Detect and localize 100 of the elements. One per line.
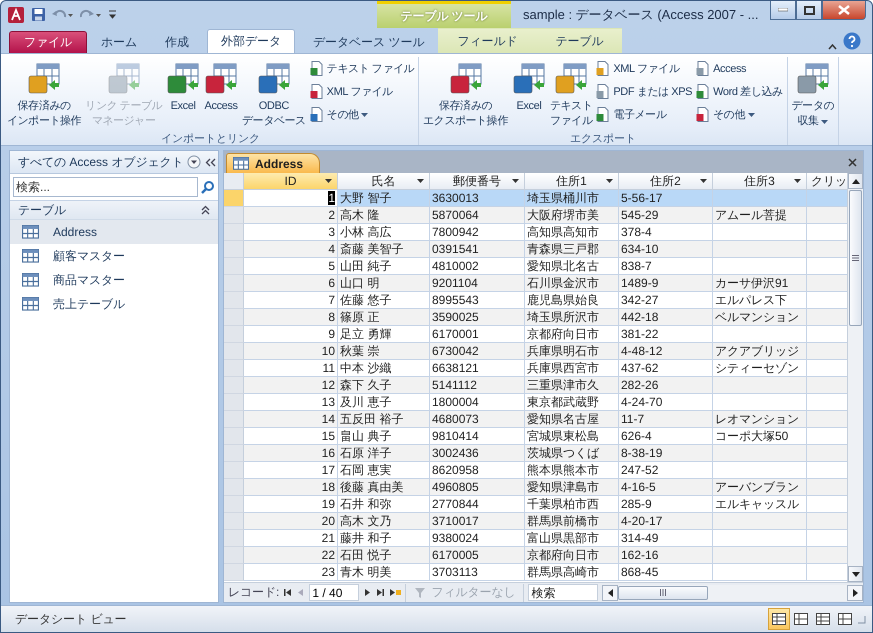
table-arrow-icon: [512, 63, 546, 95]
nav-item[interactable]: 顧客マスター: [10, 244, 218, 268]
new-record-icon[interactable]: [389, 588, 402, 597]
scroll-down-button[interactable]: [848, 566, 863, 582]
column-header[interactable]: 郵便番号: [430, 173, 525, 190]
table-cell: カーサ伊沢91: [713, 275, 807, 292]
nav-item[interactable]: Address: [10, 220, 218, 244]
nav-pane-title: すべての Access オブジェクト: [18, 154, 184, 170]
save-icon[interactable]: [31, 7, 46, 22]
table-cell: 愛知県津島市: [525, 479, 619, 496]
table-cell: 高木 文乃: [338, 513, 430, 530]
document-icon: [596, 84, 610, 99]
search-field[interactable]: 検索...: [13, 177, 198, 197]
nav-item[interactable]: 売上テーブル: [10, 292, 218, 316]
view-button[interactable]: [768, 608, 790, 630]
column-header[interactable]: 住所2: [619, 173, 713, 190]
table-cell: 838-7: [619, 258, 713, 275]
collapse-icon[interactable]: [201, 205, 210, 215]
column-header[interactable]: ID: [244, 173, 338, 190]
ribbon-button[interactable]: データの 収集: [790, 57, 836, 131]
first-record-icon[interactable]: [283, 588, 292, 597]
ribbon-button[interactable]: ODBC データベース: [241, 57, 307, 131]
table-cell: 18: [244, 479, 338, 496]
table-cell: 9810414: [430, 428, 525, 445]
maximize-button[interactable]: [796, 1, 822, 20]
ribbon-tab[interactable]: 外部データ: [207, 29, 295, 53]
close-button[interactable]: [822, 1, 866, 20]
ribbon-tab[interactable]: ファイル: [9, 31, 87, 53]
column-header[interactable]: 住所1: [525, 173, 619, 190]
ribbon-tab[interactable]: テーブル: [536, 28, 622, 53]
table-cell: 藤井 和子: [338, 530, 430, 547]
app-logo-icon[interactable]: [7, 6, 25, 24]
ribbon-button[interactable]: テキスト ファイル: [308, 58, 416, 79]
dropdown-icon[interactable]: [187, 155, 202, 169]
document-icon: [310, 107, 324, 122]
table-cell: 342-27: [619, 292, 713, 309]
ribbon-button[interactable]: Excel: [165, 57, 202, 131]
table-cell: 4680073: [430, 411, 525, 428]
ribbon-button[interactable]: XML ファイル: [595, 58, 694, 79]
table-cell: 足立 勇輝: [338, 326, 430, 343]
ribbon-button[interactable]: Access: [695, 58, 784, 79]
ribbon-tab[interactable]: 作成: [151, 31, 203, 53]
column-header[interactable]: 住所3: [713, 173, 807, 190]
table-icon: [22, 273, 39, 287]
nav-item[interactable]: 商品マスター: [10, 268, 218, 292]
record-label: レコード:: [228, 584, 280, 601]
ribbon-button[interactable]: Word 差し込み: [695, 81, 784, 102]
document-icon: [596, 107, 610, 122]
table-cell: 青木 明美: [338, 564, 430, 581]
column-header[interactable]: クリッ: [807, 173, 847, 190]
resize-grip-icon[interactable]: [856, 614, 866, 624]
table-icon: [22, 297, 39, 311]
customize-icon[interactable]: [108, 8, 117, 20]
caret-icon[interactable]: [325, 179, 332, 183]
grid-view-icon: [816, 613, 830, 625]
search-icon[interactable]: [200, 180, 215, 194]
ribbon-button[interactable]: その他: [308, 104, 416, 125]
caret-icon[interactable]: [512, 179, 519, 183]
table-cell: 6730042: [430, 343, 525, 360]
scrollbar-thumb[interactable]: [849, 190, 862, 326]
table-cell: アーバンブラン: [713, 479, 807, 496]
collapse-icon[interactable]: [205, 158, 218, 166]
record-position-field[interactable]: 1 / 40: [309, 584, 360, 601]
table-cell: 秋葉 崇: [338, 343, 430, 360]
ribbon-button[interactable]: PDF または XPS: [595, 81, 694, 102]
grip-icon: [660, 589, 666, 596]
table-cell: 378-4: [619, 224, 713, 241]
table-cell: 小林 高広: [338, 224, 430, 241]
column-header[interactable]: 氏名: [338, 173, 430, 190]
table-cell: 1: [244, 190, 338, 207]
ribbon-tab[interactable]: ホーム: [87, 31, 151, 53]
ribbon-tab[interactable]: フィールド: [438, 28, 536, 53]
ribbon-button[interactable]: 電子メール: [595, 104, 694, 125]
minimize-button[interactable]: [770, 1, 796, 20]
caret-icon: [748, 112, 755, 116]
ribbon-button[interactable]: 保存済みの インポート操作: [6, 57, 82, 131]
ribbon-button[interactable]: Access: [203, 57, 240, 131]
next-record-icon[interactable]: [363, 588, 372, 597]
ribbon-button[interactable]: その他: [695, 104, 784, 125]
caret-icon[interactable]: [606, 179, 613, 183]
search-field[interactable]: 検索: [528, 584, 598, 601]
last-record-icon[interactable]: [376, 588, 386, 597]
grid-view-icon: [838, 613, 852, 625]
caret-icon[interactable]: [794, 179, 801, 183]
table-cell: コーポ大塚50: [713, 428, 807, 445]
scroll-left-button[interactable]: [602, 584, 618, 600]
ribbon-button[interactable]: 保存済みの エクスポート操作: [422, 57, 509, 131]
scrollbar-thumb[interactable]: [618, 586, 708, 600]
ribbon-button[interactable]: XML ファイル: [308, 81, 416, 102]
document-tab[interactable]: Address: [226, 153, 320, 173]
scroll-up-button[interactable]: [848, 173, 863, 189]
table-cell: 兵庫県明石市: [525, 343, 619, 360]
ribbon-tab[interactable]: データベース ツール: [299, 31, 438, 53]
caret-icon[interactable]: [417, 179, 424, 183]
caret-icon[interactable]: [700, 179, 707, 183]
table-cell: 4-20-17: [619, 513, 713, 530]
table-cell: 宮城県東松島: [525, 428, 619, 445]
ribbon-button[interactable]: テキスト ファイル: [548, 57, 594, 131]
scroll-right-button[interactable]: [847, 584, 863, 600]
ribbon-button[interactable]: Excel: [510, 57, 547, 131]
